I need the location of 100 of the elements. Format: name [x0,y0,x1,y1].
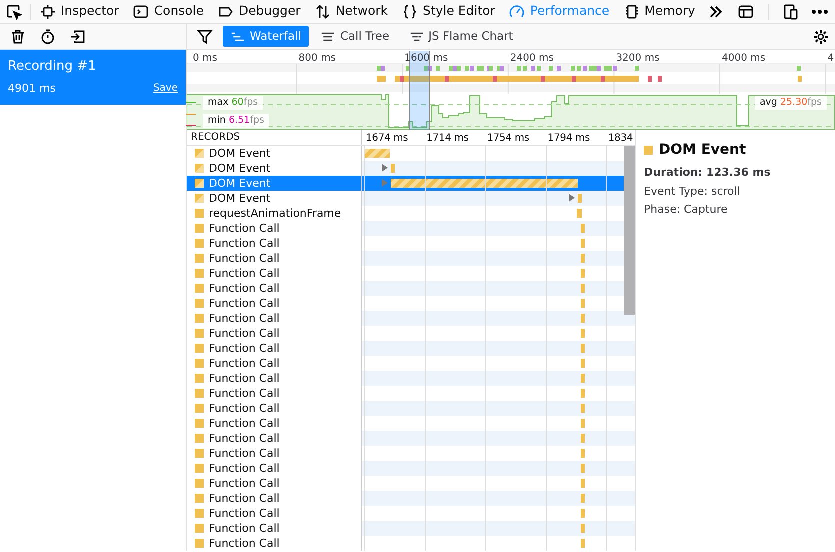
record-row[interactable]: Function Call [187,386,362,401]
detail-title: DOM Event [659,141,746,160]
fps-max-label: max 60fps [203,96,264,110]
detail-field: Event Type: scroll [644,184,826,200]
waterfall-bar [581,539,585,548]
record-row[interactable]: DOM Event [187,176,362,191]
waterfall-bar [364,149,390,158]
settings-icon[interactable] [813,28,829,44]
fps-axis-marks [186,102,196,126]
record-row[interactable]: Function Call [187,536,362,551]
tick-label: 4 [828,52,834,66]
column-header: RECORDS [191,132,240,143]
braces-icon [402,4,418,20]
marker-swatch-icon [195,149,204,158]
marker-swatch-icon [195,164,204,173]
marker-swatch-icon [195,179,204,188]
waterfall-bar [581,449,585,458]
record-row[interactable]: Function Call [187,416,362,431]
stopwatch-icon[interactable] [40,28,56,44]
marker-swatch-icon [195,434,204,443]
fps-min-label: min 6.51fps [203,114,270,128]
tick-label: 1834 [608,132,634,146]
view-tab[interactable]: JS Flame Chart [402,26,522,47]
tick-label: 1714 ms [426,132,469,146]
waterfall-bar [581,239,585,248]
tick-label: 3200 ms [616,52,660,66]
marker-swatch-icon [195,269,204,278]
record-row[interactable]: Function Call [187,446,362,461]
marker-swatch-icon [195,209,204,218]
marker-swatch-icon [195,224,204,233]
waterfall-bar [581,224,585,233]
waterfall-bar [578,194,582,203]
waterfall-bar [581,524,585,533]
view-tab[interactable]: Call Tree [313,26,398,47]
tab[interactable]: Memory [616,0,702,24]
record-row[interactable]: Function Call [187,296,362,311]
arrows-icon [314,4,331,20]
waterfall-bar [581,284,585,293]
tab[interactable]: Network [308,0,396,24]
marker-swatch-icon [644,146,653,155]
marker-swatch-icon [195,329,204,338]
marker-swatch-icon [195,284,204,293]
marker-swatch-icon [195,539,204,548]
chip-icon [624,4,640,20]
tab[interactable]: Debugger [210,0,308,24]
scrollbar-thumb[interactable] [624,146,635,315]
waterfall-bar [581,404,585,413]
record-row[interactable]: Function Call [187,326,362,341]
waterfall-bar [581,389,585,398]
element-picker-icon[interactable] [6,4,22,20]
marker-swatch-icon [195,479,204,488]
marker-swatch-icon [195,299,204,308]
tick-label: 1794 ms [548,132,590,146]
marker-swatch-icon [195,449,204,458]
waterfall-bar [581,509,585,518]
tick-label: 2400 ms [510,52,554,66]
marker-swatch-icon [195,404,204,413]
recording-item[interactable]: Recording #1 4901 ms Save [0,50,186,105]
trash-icon[interactable] [10,28,26,44]
save-link[interactable]: Save [153,80,178,97]
layout-icon[interactable] [738,4,754,20]
waterfall-bar [581,299,585,308]
record-row[interactable]: Function Call [187,236,362,251]
fps-avg-label: avg 25.30fps [754,96,827,110]
marker-swatch-icon [195,509,204,518]
recording-duration: 4901 ms [8,80,56,96]
marker-swatch-icon [195,254,204,263]
waterfall-bar [577,209,582,218]
marker-swatch-icon [195,239,204,248]
record-row[interactable]: Function Call [187,476,362,491]
tab[interactable]: Console [126,0,211,24]
record-row[interactable]: Function Call [187,356,362,371]
record-row[interactable]: Function Call [187,266,362,281]
filter-icon[interactable] [197,28,213,44]
view-tab[interactable]: Waterfall [223,26,310,47]
chevrons-icon[interactable] [708,4,724,20]
detail-field: Phase: Capture [644,202,826,218]
waterfall-bar [581,344,585,353]
waterfall-bar [581,434,585,443]
record-row[interactable]: DOM Event [187,146,362,161]
waterfall-bar [581,419,585,428]
record-row[interactable]: Function Call [187,506,362,521]
marker-swatch-icon [195,314,204,323]
waterfall-bar [581,374,585,383]
marker-swatch-icon [195,464,204,473]
tick-label: 1754 ms [487,132,530,146]
import-icon[interactable] [70,28,86,44]
marker-swatch-icon [195,194,204,203]
marker-swatch-icon [195,389,204,398]
detail-duration: Duration: 123.36 ms [644,165,772,181]
waterfall-bar [581,329,585,338]
marker-swatch-icon [195,524,204,533]
waterfall-bar [581,479,585,488]
tab[interactable]: Style Editor [395,0,502,24]
marker-swatch-icon [195,419,204,428]
record-row[interactable]: requestAnimationFrame [187,206,362,221]
tab[interactable]: Inspector [33,0,126,24]
responsive-icon[interactable] [783,4,799,20]
waterfall-bar [581,269,585,278]
element-icon [40,4,56,20]
